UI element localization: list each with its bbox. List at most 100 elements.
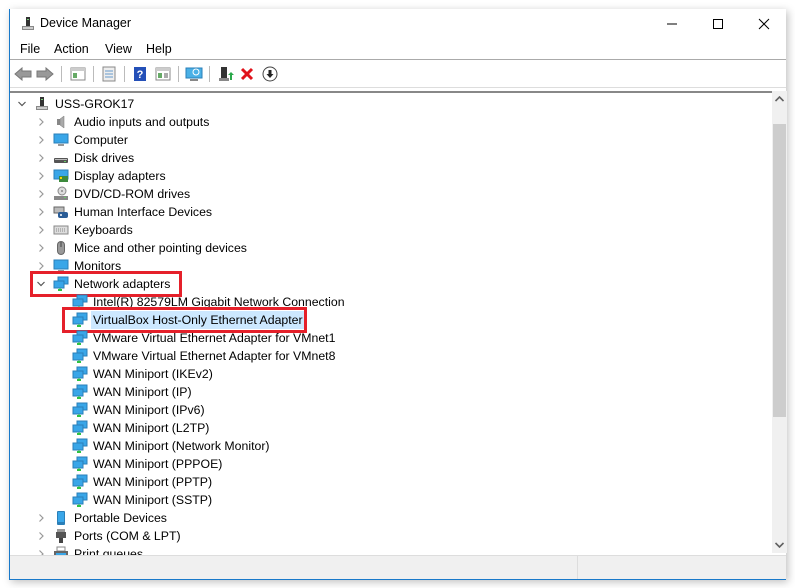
tree-item-label: WAN Miniport (PPPOE): [93, 457, 223, 471]
vertical-scrollbar[interactable]: [772, 91, 787, 553]
collapse-chevron-right-icon[interactable]: [36, 149, 46, 167]
tree-category[interactable]: Disk drives: [10, 149, 770, 167]
collapse-chevron-right-icon[interactable]: [36, 509, 46, 527]
menu-view[interactable]: View: [105, 42, 132, 56]
toolbar-separator: [178, 66, 179, 82]
tree-item-label: USS-GROK17: [55, 97, 135, 111]
minimize-icon: [667, 23, 677, 25]
tree-item-label: Display adapters: [74, 169, 166, 183]
display-adapter-icon: [53, 169, 69, 182]
tree-category[interactable]: Audio inputs and outputs: [10, 113, 770, 131]
collapse-chevron-right-icon[interactable]: [36, 131, 46, 149]
help-button[interactable]: ?: [130, 64, 150, 84]
collapse-chevron-right-icon[interactable]: [36, 185, 46, 203]
tree-item-label: Portable Devices: [74, 511, 167, 525]
tree-category[interactable]: Print queues: [10, 545, 770, 555]
collapse-chevron-right-icon[interactable]: [36, 221, 46, 239]
device-manager-icon: [22, 17, 34, 30]
tree-item-label: WAN Miniport (SSTP): [93, 493, 213, 507]
tree-device[interactable]: WAN Miniport (IP): [10, 383, 770, 401]
tree-item-label: WAN Miniport (IP): [93, 385, 192, 399]
forward-button[interactable]: [35, 64, 55, 84]
scroll-down-arrow[interactable]: [772, 537, 787, 553]
tree-category[interactable]: Mice and other pointing devices: [10, 239, 770, 257]
maximize-icon: [713, 19, 723, 29]
dvd-drive-icon: [54, 186, 68, 200]
tree-device[interactable]: WAN Miniport (PPTP): [10, 473, 770, 491]
device-manager-window: Device Manager File Action View Help ? U…: [9, 9, 787, 580]
back-button[interactable]: [13, 64, 33, 84]
chevron-down-icon: [775, 542, 784, 548]
tree-item-label: WAN Miniport (PPTP): [93, 475, 213, 489]
collapse-chevron-right-icon[interactable]: [36, 203, 46, 221]
window-title: Device Manager: [40, 16, 132, 30]
toolbar-separator: [124, 66, 125, 82]
tree-category[interactable]: Portable Devices: [10, 509, 770, 527]
minimize-button[interactable]: [649, 9, 695, 39]
tree-item-label: WAN Miniport (Network Monitor): [93, 439, 270, 453]
maximize-button[interactable]: [695, 9, 741, 39]
status-pane-main: [10, 556, 578, 579]
tree-device[interactable]: WAN Miniport (Network Monitor): [10, 437, 770, 455]
disk-drive-icon: [54, 158, 68, 163]
collapse-chevron-right-icon[interactable]: [36, 167, 46, 185]
tree-device[interactable]: WAN Miniport (IPv6): [10, 401, 770, 419]
expand-chevron-down-icon[interactable]: [17, 95, 27, 113]
scroll-up-arrow[interactable]: [772, 91, 787, 107]
collapse-chevron-right-icon[interactable]: [36, 527, 46, 545]
network-adapter-icon: [72, 402, 88, 417]
tree-category[interactable]: Computer: [10, 131, 770, 149]
printer-icon: [54, 546, 68, 555]
scrollbar-thumb[interactable]: [773, 124, 786, 417]
mouse-icon: [57, 241, 65, 255]
tree-category[interactable]: Human Interface Devices: [10, 203, 770, 221]
show-hide-console-tree-button[interactable]: [68, 64, 88, 84]
tree-category[interactable]: Keyboards: [10, 221, 770, 239]
console-tree-icon: [70, 67, 86, 81]
help-icon: ?: [134, 67, 146, 81]
network-adapter-icon: [72, 366, 88, 381]
collapse-chevron-right-icon[interactable]: [36, 239, 46, 257]
collapse-chevron-right-icon[interactable]: [36, 113, 46, 131]
tree-item-label: Ports (COM & LPT): [74, 529, 181, 543]
tree-device[interactable]: WAN Miniport (PPPOE): [10, 455, 770, 473]
menu-file[interactable]: File: [20, 42, 40, 56]
tree-category[interactable]: Display adapters: [10, 167, 770, 185]
collapse-chevron-right-icon[interactable]: [36, 545, 46, 555]
properties-button[interactable]: [99, 64, 119, 84]
tree-device[interactable]: WAN Miniport (SSTP): [10, 491, 770, 509]
update-driver-button[interactable]: [216, 64, 236, 84]
disable-device-button[interactable]: [260, 64, 280, 84]
tree-category[interactable]: DVD/CD-ROM drives: [10, 185, 770, 203]
tree-item-label: Audio inputs and outputs: [74, 115, 210, 129]
tree-category[interactable]: Ports (COM & LPT): [10, 527, 770, 545]
arrow-left-icon: [14, 67, 32, 81]
close-button[interactable]: [741, 9, 787, 39]
menu-action[interactable]: Action: [54, 42, 89, 56]
tree-device[interactable]: WAN Miniport (IKEv2): [10, 365, 770, 383]
tree-item-label: Mice and other pointing devices: [74, 241, 247, 255]
tree-item-label: WAN Miniport (L2TP): [93, 421, 210, 435]
network-adapter-icon: [72, 348, 88, 363]
tree-item-label: VMware Virtual Ethernet Adapter for VMne…: [93, 331, 336, 345]
chevron-up-icon: [775, 96, 784, 102]
menu-help[interactable]: Help: [146, 42, 172, 56]
down-arrow-circle-icon: [262, 66, 278, 82]
tree-device[interactable]: VMware Virtual Ethernet Adapter for VMne…: [10, 347, 770, 365]
network-adapter-icon: [72, 438, 88, 453]
network-adapter-icon: [72, 474, 88, 489]
scan-hardware-button[interactable]: [184, 64, 204, 84]
svg-text:?: ?: [137, 69, 144, 81]
portable-device-icon: [57, 511, 65, 525]
monitor-icon: [53, 133, 69, 146]
uninstall-device-button[interactable]: [237, 64, 257, 84]
keyboard-icon: [53, 225, 69, 235]
tree-device[interactable]: VMware Virtual Ethernet Adapter for VMne…: [10, 329, 770, 347]
scan-monitor-icon: [185, 67, 203, 81]
title-bar: Device Manager: [10, 9, 786, 39]
network-adapter-icon: [72, 492, 88, 507]
tree-device[interactable]: WAN Miniport (L2TP): [10, 419, 770, 437]
tree-root-computer[interactable]: USS-GROK17: [10, 95, 770, 113]
toolbar: ?: [10, 60, 786, 88]
show-action-pane-button[interactable]: [153, 64, 173, 84]
